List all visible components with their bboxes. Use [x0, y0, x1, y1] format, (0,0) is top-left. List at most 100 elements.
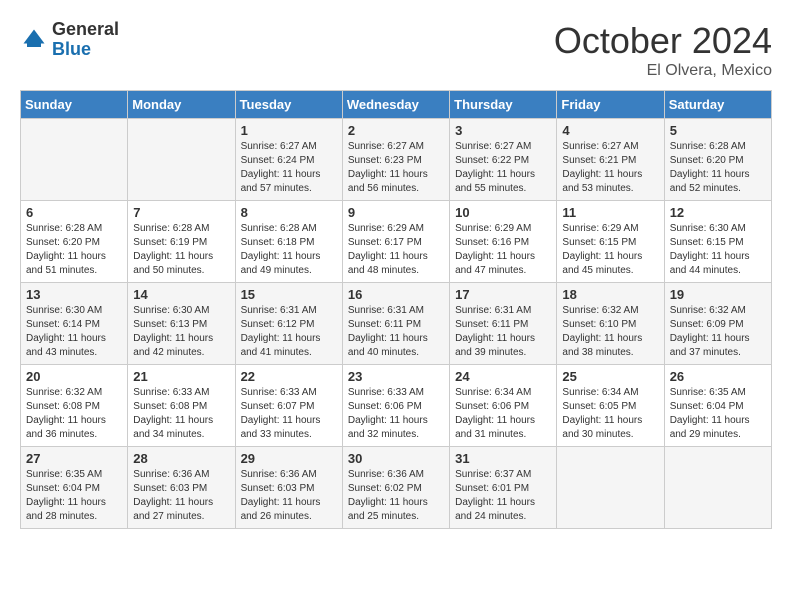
- day-number: 18: [562, 287, 658, 302]
- day-number: 2: [348, 123, 444, 138]
- calendar-header-saturday: Saturday: [664, 91, 771, 119]
- calendar-cell: [128, 119, 235, 201]
- calendar-week-row: 20 Sunrise: 6:32 AM Sunset: 6:08 PM Dayli…: [21, 365, 772, 447]
- day-number: 29: [241, 451, 337, 466]
- day-info: Sunrise: 6:36 AM Sunset: 6:02 PM Dayligh…: [348, 468, 444, 524]
- day-number: 6: [26, 205, 122, 220]
- calendar-cell: 7Sunrise: 6:28 AM Sunset: 6:19 PM Daylig…: [128, 201, 235, 283]
- day-info: Sunrise: 6:34 AM Sunset: 6:05 PM Dayligh…: [562, 386, 658, 442]
- title-block: October 2024 El Olvera, Mexico: [554, 20, 772, 80]
- calendar-cell: 9Sunrise: 6:29 AM Sunset: 6:17 PM Daylig…: [342, 201, 449, 283]
- day-info: Sunrise: 6:35 AM Sunset: 6:04 PM Dayligh…: [26, 468, 122, 524]
- calendar-header-row: SundayMondayTuesdayWednesdayThursdayFrid…: [21, 91, 772, 119]
- day-info: Sunrise: 6:29 AM Sunset: 6:15 PM Dayligh…: [562, 222, 658, 278]
- day-info: Sunrise: 6:37 AM Sunset: 6:01 PM Dayligh…: [455, 468, 551, 524]
- calendar-cell: 6 Sunrise: 6:28 AM Sunset: 6:20 PM Daylig…: [21, 201, 128, 283]
- day-number: 28: [133, 451, 229, 466]
- calendar-cell: 30 Sunrise: 6:36 AM Sunset: 6:02 PM Dayli…: [342, 447, 449, 529]
- day-info: Sunrise: 6:30 AM Sunset: 6:14 PM Dayligh…: [26, 304, 122, 360]
- calendar-cell: 8Sunrise: 6:28 AM Sunset: 6:18 PM Daylig…: [235, 201, 342, 283]
- day-info: Sunrise: 6:30 AM Sunset: 6:13 PM Dayligh…: [133, 304, 229, 360]
- day-number: 1: [241, 123, 337, 138]
- page-header: General Blue October 2024 El Olvera, Mex…: [20, 20, 772, 80]
- day-info: Sunrise: 6:28 AM Sunset: 6:20 PM Dayligh…: [670, 140, 766, 196]
- day-number: 31: [455, 451, 551, 466]
- calendar-cell: 24Sunrise: 6:34 AM Sunset: 6:06 PM Dayli…: [450, 365, 557, 447]
- day-info: Sunrise: 6:36 AM Sunset: 6:03 PM Dayligh…: [133, 468, 229, 524]
- logo-icon: [20, 26, 48, 54]
- day-info: Sunrise: 6:29 AM Sunset: 6:16 PM Dayligh…: [455, 222, 551, 278]
- calendar-cell: 21 Sunrise: 6:33 AM Sunset: 6:08 PM Dayli…: [128, 365, 235, 447]
- calendar-cell: 2Sunrise: 6:27 AM Sunset: 6:23 PM Daylig…: [342, 119, 449, 201]
- calendar-cell: 27 Sunrise: 6:35 AM Sunset: 6:04 PM Dayli…: [21, 447, 128, 529]
- day-number: 10: [455, 205, 551, 220]
- day-info: Sunrise: 6:36 AM Sunset: 6:03 PM Dayligh…: [241, 468, 337, 524]
- day-number: 27: [26, 451, 122, 466]
- day-info: Sunrise: 6:33 AM Sunset: 6:08 PM Dayligh…: [133, 386, 229, 442]
- day-number: 11: [562, 205, 658, 220]
- calendar-header-tuesday: Tuesday: [235, 91, 342, 119]
- calendar-cell: [21, 119, 128, 201]
- calendar-cell: 29 Sunrise: 6:36 AM Sunset: 6:03 PM Dayli…: [235, 447, 342, 529]
- day-number: 4: [562, 123, 658, 138]
- calendar-header-friday: Friday: [557, 91, 664, 119]
- day-info: Sunrise: 6:33 AM Sunset: 6:07 PM Dayligh…: [241, 386, 337, 442]
- calendar-cell: 19Sunrise: 6:32 AM Sunset: 6:09 PM Dayli…: [664, 283, 771, 365]
- day-info: Sunrise: 6:27 AM Sunset: 6:21 PM Dayligh…: [562, 140, 658, 196]
- calendar-cell: 12 Sunrise: 6:30 AM Sunset: 6:15 PM Dayli…: [664, 201, 771, 283]
- calendar-cell: 1 Sunrise: 6:27 AM Sunset: 6:24 PM Daylig…: [235, 119, 342, 201]
- calendar-cell: [557, 447, 664, 529]
- day-info: Sunrise: 6:30 AM Sunset: 6:15 PM Dayligh…: [670, 222, 766, 278]
- day-number: 5: [670, 123, 766, 138]
- calendar-week-row: 27 Sunrise: 6:35 AM Sunset: 6:04 PM Dayli…: [21, 447, 772, 529]
- day-number: 14: [133, 287, 229, 302]
- calendar-cell: 14 Sunrise: 6:30 AM Sunset: 6:13 PM Dayli…: [128, 283, 235, 365]
- calendar-header-sunday: Sunday: [21, 91, 128, 119]
- day-number: 8: [241, 205, 337, 220]
- day-number: 19: [670, 287, 766, 302]
- logo-blue-text: Blue: [52, 39, 91, 59]
- day-number: 16: [348, 287, 444, 302]
- day-number: 9: [348, 205, 444, 220]
- calendar-cell: 3Sunrise: 6:27 AM Sunset: 6:22 PM Daylig…: [450, 119, 557, 201]
- calendar-cell: 28 Sunrise: 6:36 AM Sunset: 6:03 PM Dayli…: [128, 447, 235, 529]
- calendar-cell: 5 Sunrise: 6:28 AM Sunset: 6:20 PM Daylig…: [664, 119, 771, 201]
- calendar-week-row: 13 Sunrise: 6:30 AM Sunset: 6:14 PM Dayli…: [21, 283, 772, 365]
- day-number: 23: [348, 369, 444, 384]
- day-number: 3: [455, 123, 551, 138]
- day-info: Sunrise: 6:35 AM Sunset: 6:04 PM Dayligh…: [670, 386, 766, 442]
- logo-general-text: General: [52, 19, 119, 39]
- calendar-cell: 4 Sunrise: 6:27 AM Sunset: 6:21 PM Daylig…: [557, 119, 664, 201]
- day-number: 25: [562, 369, 658, 384]
- calendar-cell: 31 Sunrise: 6:37 AM Sunset: 6:01 PM Dayli…: [450, 447, 557, 529]
- calendar-cell: 15 Sunrise: 6:31 AM Sunset: 6:12 PM Dayli…: [235, 283, 342, 365]
- day-info: Sunrise: 6:34 AM Sunset: 6:06 PM Dayligh…: [455, 386, 551, 442]
- day-number: 30: [348, 451, 444, 466]
- day-info: Sunrise: 6:32 AM Sunset: 6:08 PM Dayligh…: [26, 386, 122, 442]
- day-number: 15: [241, 287, 337, 302]
- day-number: 22: [241, 369, 337, 384]
- calendar-cell: 16Sunrise: 6:31 AM Sunset: 6:11 PM Dayli…: [342, 283, 449, 365]
- calendar-header-monday: Monday: [128, 91, 235, 119]
- calendar-cell: 23 Sunrise: 6:33 AM Sunset: 6:06 PM Dayli…: [342, 365, 449, 447]
- calendar-cell: 25 Sunrise: 6:34 AM Sunset: 6:05 PM Dayli…: [557, 365, 664, 447]
- day-info: Sunrise: 6:27 AM Sunset: 6:24 PM Dayligh…: [241, 140, 337, 196]
- calendar-cell: 10 Sunrise: 6:29 AM Sunset: 6:16 PM Dayli…: [450, 201, 557, 283]
- calendar-header-wednesday: Wednesday: [342, 91, 449, 119]
- day-number: 21: [133, 369, 229, 384]
- day-info: Sunrise: 6:28 AM Sunset: 6:20 PM Dayligh…: [26, 222, 122, 278]
- calendar-table: SundayMondayTuesdayWednesdayThursdayFrid…: [20, 90, 772, 529]
- location-subtitle: El Olvera, Mexico: [554, 62, 772, 80]
- calendar-cell: 26Sunrise: 6:35 AM Sunset: 6:04 PM Dayli…: [664, 365, 771, 447]
- day-info: Sunrise: 6:28 AM Sunset: 6:19 PM Dayligh…: [133, 222, 229, 278]
- day-info: Sunrise: 6:33 AM Sunset: 6:06 PM Dayligh…: [348, 386, 444, 442]
- calendar-week-row: 1 Sunrise: 6:27 AM Sunset: 6:24 PM Daylig…: [21, 119, 772, 201]
- calendar-cell: 20 Sunrise: 6:32 AM Sunset: 6:08 PM Dayli…: [21, 365, 128, 447]
- day-info: Sunrise: 6:31 AM Sunset: 6:12 PM Dayligh…: [241, 304, 337, 360]
- calendar-cell: 18Sunrise: 6:32 AM Sunset: 6:10 PM Dayli…: [557, 283, 664, 365]
- day-number: 20: [26, 369, 122, 384]
- day-number: 13: [26, 287, 122, 302]
- day-number: 17: [455, 287, 551, 302]
- day-number: 12: [670, 205, 766, 220]
- calendar-cell: 17Sunrise: 6:31 AM Sunset: 6:11 PM Dayli…: [450, 283, 557, 365]
